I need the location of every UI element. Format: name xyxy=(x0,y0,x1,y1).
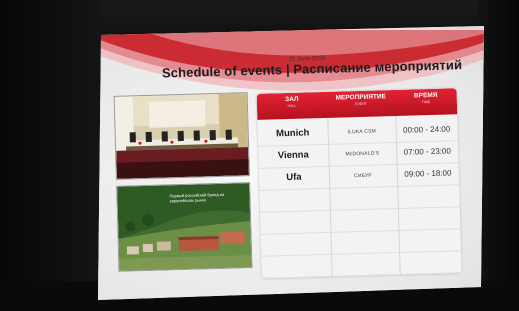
room-wall-right xyxy=(479,0,519,311)
table-header: ЗАЛ HALL МЕРОПРИЯТИЕ EVENT ВРЕМЯ TIME xyxy=(256,88,458,120)
hotel-resort-photo: Первый российский бренд на европейском р… xyxy=(116,182,253,272)
time-cell: 00:00 - 24:00 xyxy=(402,124,451,135)
conference-room-photo xyxy=(113,92,250,180)
hall-cell: Munich xyxy=(275,127,310,140)
time-cell: 09:00 - 18:00 xyxy=(404,168,452,179)
header-time: ВРЕМЯ TIME xyxy=(395,91,457,105)
event-cell: СИБУР xyxy=(353,172,372,180)
schedule-board: 15 June 2018 Schedule of events | Распис… xyxy=(108,28,484,290)
time-cell: 07:00 - 23:00 xyxy=(403,146,451,157)
schedule-table: ЗАЛ HALL МЕРОПРИЯТИЕ EVENT ВРЕМЯ TIME Mu… xyxy=(256,88,462,279)
table-row-empty xyxy=(261,250,462,279)
conference-room-image xyxy=(114,93,249,179)
board-title: Schedule of events | Расписание мероприя… xyxy=(161,57,463,81)
header-hall: ЗАЛ HALL xyxy=(257,95,327,109)
event-cell: McDONALD'S xyxy=(345,150,380,158)
header-hall-en: HALL xyxy=(287,103,297,109)
header-event-en: EVENT xyxy=(355,101,367,107)
header-time-en: TIME xyxy=(421,100,431,105)
room-wall-left xyxy=(0,0,100,311)
hall-cell: Ufa xyxy=(286,171,302,184)
hall-cell: Vienna xyxy=(277,149,309,162)
event-cell: ILUKA CSM xyxy=(347,128,377,136)
header-event: МЕРОПРИЯТИЕ EVENT xyxy=(327,93,395,107)
